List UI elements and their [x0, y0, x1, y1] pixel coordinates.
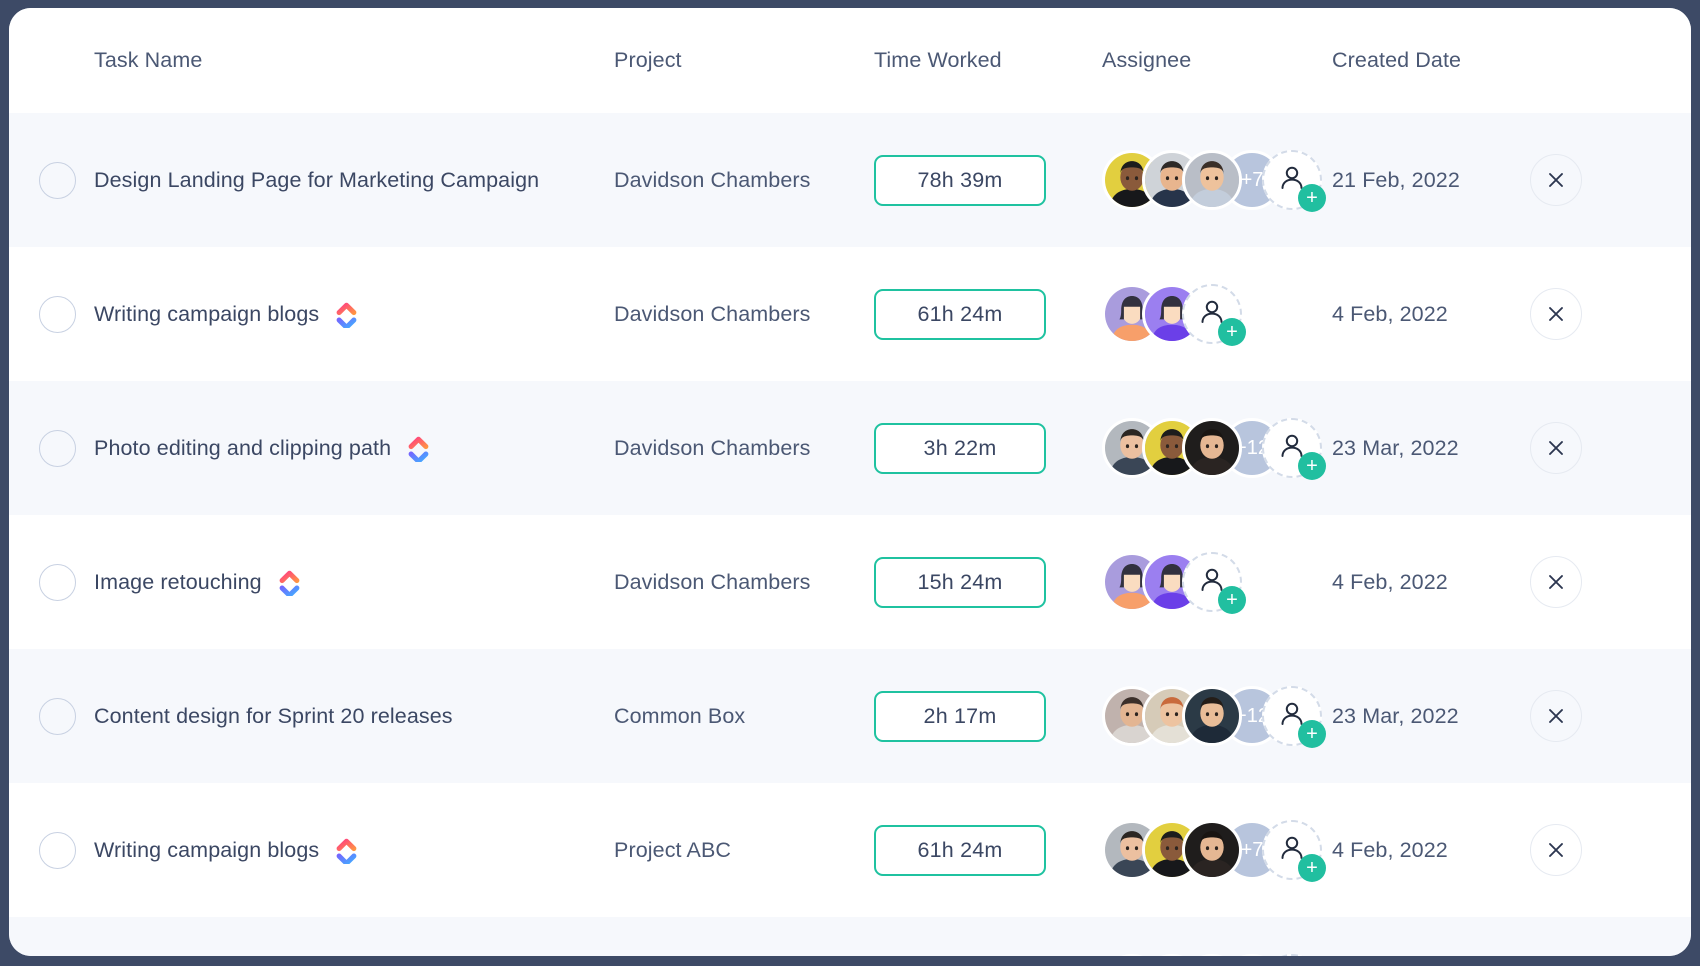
add-assignee-button[interactable]: +	[1262, 418, 1322, 478]
add-assignee-button[interactable]: +	[1262, 686, 1322, 746]
project-label: Davidson Chambers	[614, 302, 810, 326]
plus-icon: +	[1298, 720, 1326, 748]
add-assignee-button[interactable]: +	[1262, 150, 1322, 210]
remove-task-button[interactable]	[1530, 288, 1582, 340]
close-icon	[1546, 572, 1566, 592]
remove-task-button[interactable]	[1530, 154, 1582, 206]
assignee-avatar-group[interactable]: +12 +	[1102, 686, 1332, 746]
gradient-chevron-icon	[334, 301, 359, 328]
plus-icon: +	[1218, 318, 1246, 346]
column-header-project[interactable]: Project	[614, 48, 874, 73]
task-name-label: Content design for Sprint 20 releases	[94, 704, 453, 729]
created-date-label: 4 Feb, 2022	[1332, 302, 1448, 326]
row-checkbox[interactable]	[39, 698, 76, 735]
avatar[interactable]	[1182, 954, 1242, 956]
table-row[interactable]: Photo editing and clipping path Davidson…	[9, 381, 1691, 515]
avatar[interactable]	[1182, 820, 1242, 880]
time-worked-badge[interactable]: 3h 22m	[874, 423, 1046, 474]
remove-task-button[interactable]	[1530, 556, 1582, 608]
add-assignee-button[interactable]: +	[1262, 954, 1322, 956]
project-label: Project ABC	[614, 838, 731, 862]
assignee-avatar-group[interactable]: +	[1102, 284, 1332, 344]
remove-task-button[interactable]	[1530, 422, 1582, 474]
plus-icon: +	[1218, 586, 1246, 614]
gradient-chevron-icon	[406, 435, 431, 462]
add-assignee-button[interactable]: +	[1262, 820, 1322, 880]
avatar[interactable]	[1182, 150, 1242, 210]
task-name-label: Writing campaign blogs	[94, 838, 319, 863]
task-name-label: Design Landing Page for Marketing Campai…	[94, 168, 539, 193]
row-checkbox[interactable]	[39, 430, 76, 467]
time-worked-badge[interactable]: 2h 17m	[874, 691, 1046, 742]
close-icon	[1546, 170, 1566, 190]
plus-icon: +	[1298, 452, 1326, 480]
table-header: Task Name Project Time Worked Assignee C…	[9, 8, 1691, 113]
assignee-avatar-group[interactable]: +	[1102, 552, 1332, 612]
gradient-chevron-icon	[334, 301, 359, 328]
created-date-label: 4 Feb, 2022	[1332, 838, 1448, 862]
gradient-chevron-icon	[334, 837, 359, 864]
plus-icon: +	[1298, 184, 1326, 212]
table-row[interactable]: Image retouching Davidson Chambers 15h 24…	[9, 515, 1691, 649]
time-worked-badge[interactable]: 61h 24m	[874, 289, 1046, 340]
assignee-avatar-group[interactable]: +7 +	[1102, 150, 1332, 210]
project-label: Common Box	[614, 704, 745, 728]
column-header-created-date[interactable]: Created Date	[1332, 48, 1530, 73]
avatar-overflow-badge[interactable]: +7	[1222, 954, 1282, 956]
gradient-chevron-icon	[277, 569, 302, 596]
table-row[interactable]: Writing campaign blogs Davidson Chambers…	[9, 247, 1691, 381]
time-worked-badge[interactable]: 78h 39m	[874, 155, 1046, 206]
window-frame: Task Name Project Time Worked Assignee C…	[0, 0, 1700, 966]
close-icon	[1546, 304, 1566, 324]
created-date-label: 4 Feb, 2022	[1332, 570, 1448, 594]
table-row[interactable]: Content design for Sprint 20 releases Com…	[9, 649, 1691, 783]
gradient-chevron-icon	[334, 837, 359, 864]
assignee-avatar-group[interactable]: +7 +	[1102, 820, 1332, 880]
add-assignee-button[interactable]: +	[1182, 552, 1242, 612]
remove-task-button[interactable]	[1530, 824, 1582, 876]
avatar[interactable]	[1142, 954, 1202, 956]
column-header-time-worked[interactable]: Time Worked	[874, 48, 1102, 73]
avatar[interactable]	[1182, 686, 1242, 746]
add-assignee-button[interactable]: +	[1182, 284, 1242, 344]
table-row[interactable]: +7 +	[9, 917, 1691, 956]
time-worked-badge[interactable]: 15h 24m	[874, 557, 1046, 608]
close-icon	[1546, 438, 1566, 458]
time-worked-badge[interactable]: 61h 24m	[874, 825, 1046, 876]
table-row[interactable]: Design Landing Page for Marketing Campai…	[9, 113, 1691, 247]
row-checkbox[interactable]	[39, 832, 76, 869]
row-checkbox[interactable]	[39, 162, 76, 199]
column-header-task-name[interactable]: Task Name	[94, 48, 614, 73]
row-checkbox[interactable]	[39, 296, 76, 333]
table-body: Design Landing Page for Marketing Campai…	[9, 113, 1691, 956]
close-icon	[1546, 706, 1566, 726]
task-table-card: Task Name Project Time Worked Assignee C…	[9, 8, 1691, 956]
project-label: Davidson Chambers	[614, 570, 810, 594]
column-header-assignee[interactable]: Assignee	[1102, 48, 1332, 73]
gradient-chevron-icon	[406, 435, 431, 462]
created-date-label: 23 Mar, 2022	[1332, 704, 1459, 728]
created-date-label: 21 Feb, 2022	[1332, 168, 1460, 192]
project-label: Davidson Chambers	[614, 436, 810, 460]
avatar[interactable]	[1102, 954, 1162, 956]
assignee-avatar-group[interactable]: +7 +	[1102, 954, 1332, 956]
dashed-ring	[1262, 954, 1322, 956]
avatar[interactable]	[1182, 418, 1242, 478]
task-name-label: Photo editing and clipping path	[94, 436, 391, 461]
table-row[interactable]: Writing campaign blogs Project ABC 61h 24…	[9, 783, 1691, 917]
gradient-chevron-icon	[277, 569, 302, 596]
task-name-label: Writing campaign blogs	[94, 302, 319, 327]
created-date-label: 23 Mar, 2022	[1332, 436, 1459, 460]
remove-task-button[interactable]	[1530, 690, 1582, 742]
plus-icon: +	[1298, 854, 1326, 882]
row-checkbox[interactable]	[39, 564, 76, 601]
close-icon	[1546, 840, 1566, 860]
assignee-avatar-group[interactable]: +12 +	[1102, 418, 1332, 478]
project-label: Davidson Chambers	[614, 168, 810, 192]
task-name-label: Image retouching	[94, 570, 262, 595]
